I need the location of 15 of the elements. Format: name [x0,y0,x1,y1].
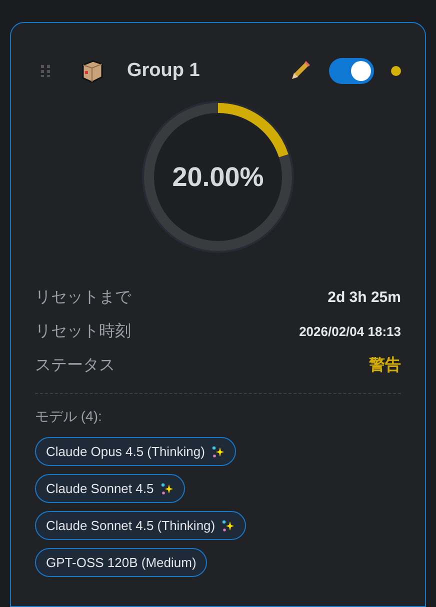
toggle-switch[interactable] [329,58,374,84]
detail-label: ステータス [35,356,115,376]
detail-value: 警告 [369,355,401,376]
detail-label: リセットまで [35,288,131,308]
detail-value: 2d 3h 25m [328,288,401,308]
usage-percent: 20.00% [172,160,264,194]
detail-value: 2026/02/04 18:13 [299,323,401,342]
model-tag: Claude Opus 4.5 (Thinking) [35,437,236,466]
model-tag: Claude Sonnet 4.5 [35,474,185,503]
detail-label: リセット時刻 [35,322,131,342]
models-label: モデル (4): [35,407,103,426]
group-title: Group 1 [127,58,200,83]
model-tag: GPT-OSS 120B (Medium) [35,548,208,577]
drag-handle-icon[interactable] [41,65,51,77]
model-tag: Claude Sonnet 4.5 (Thinking) [35,511,246,540]
